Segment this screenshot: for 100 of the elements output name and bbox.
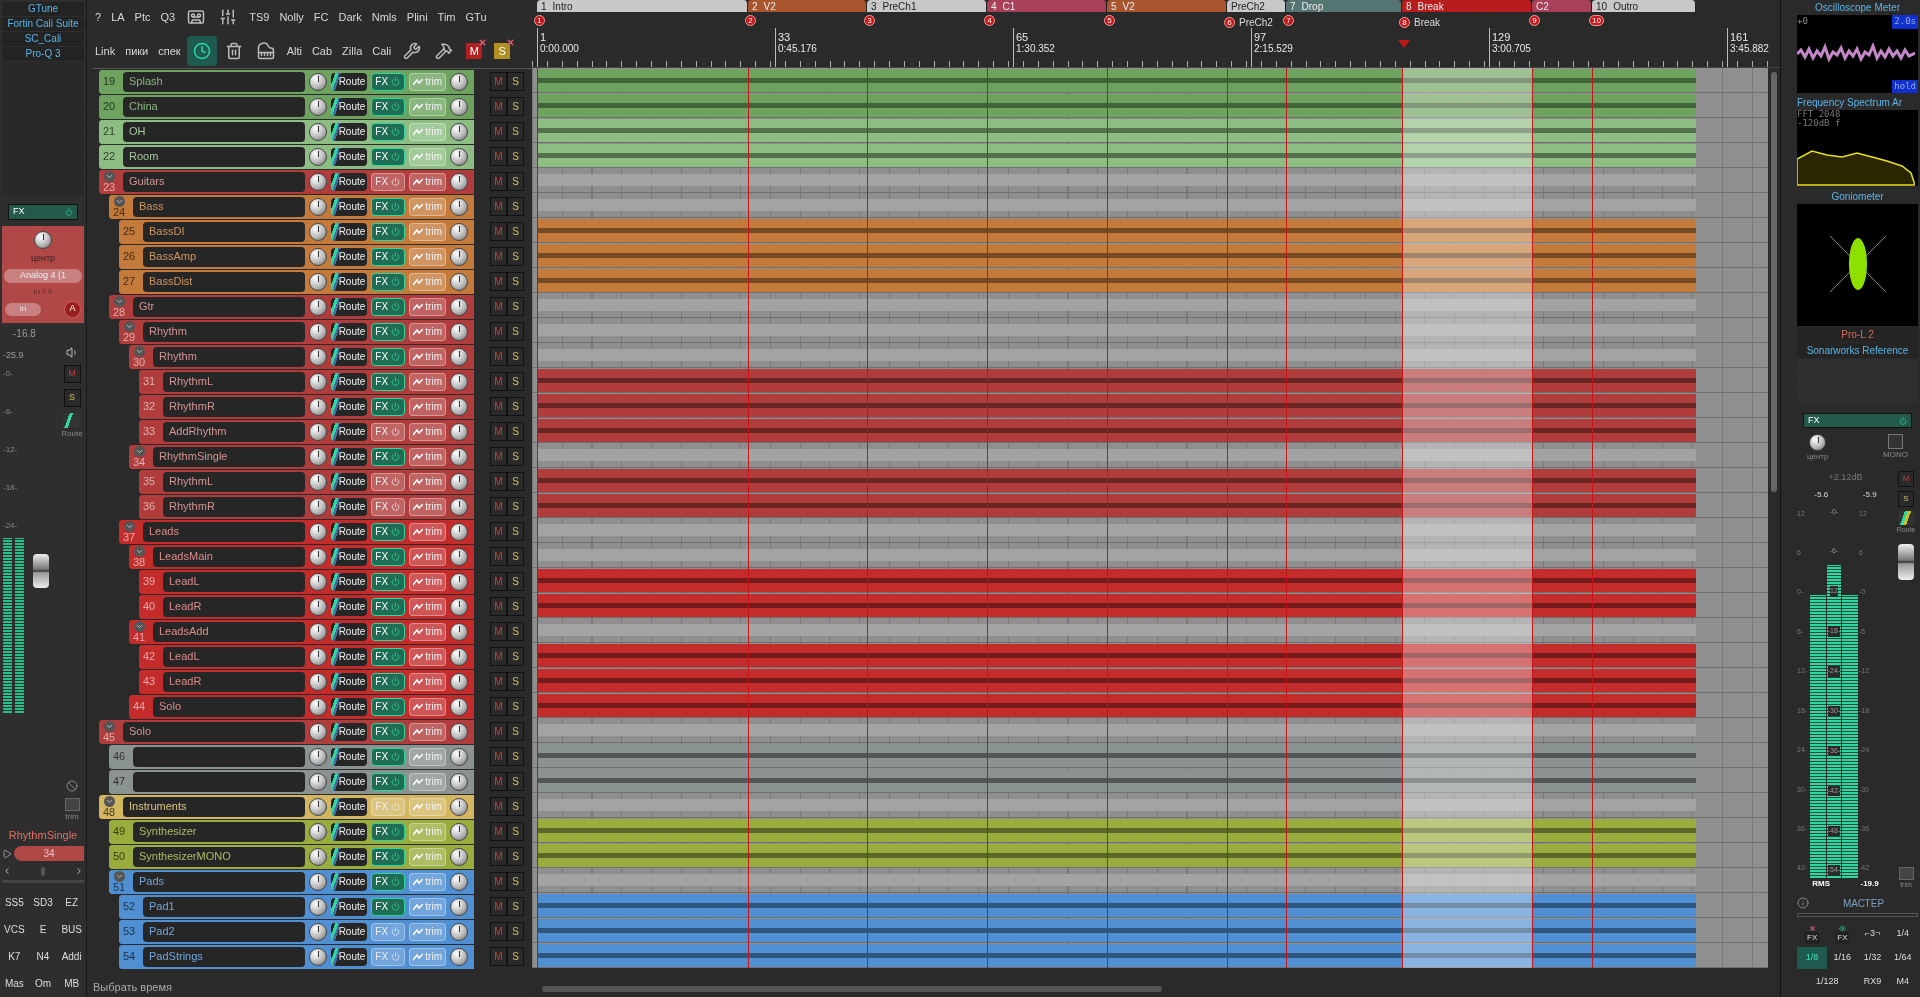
pan-knob[interactable] — [450, 372, 468, 391]
fx-slot[interactable]: Pro-L 2 — [1797, 327, 1918, 342]
solo-button[interactable]: S — [507, 72, 524, 91]
volume-knob[interactable] — [309, 747, 328, 766]
audio-clip[interactable] — [537, 568, 1696, 592]
solo-button[interactable]: S — [507, 522, 524, 541]
pan-knob[interactable] — [450, 522, 468, 541]
trim-button[interactable]: trim — [409, 172, 446, 191]
track-name-field[interactable]: LeadsAdd — [153, 621, 306, 642]
track-header[interactable]: 54 PadStrings Route FX trim — [119, 944, 474, 969]
solo-button[interactable]: S — [507, 797, 524, 816]
route-button[interactable]: Route — [331, 97, 368, 116]
track-header[interactable]: 28 Gtr Route FX trim — [109, 294, 474, 319]
track-name-field[interactable]: Guitars — [123, 171, 306, 192]
solo-button[interactable]: S — [507, 322, 524, 341]
route-button[interactable]: Route — [331, 747, 368, 766]
fx-button[interactable]: FX — [371, 572, 406, 591]
track-header[interactable]: 29 Rhythm Route FX trim — [119, 319, 474, 344]
track-header[interactable]: 40 LeadR Route FX trim — [139, 594, 474, 619]
region-tab[interactable]: 3 PreCh1 — [867, 0, 987, 12]
track-name-field[interactable]: Splash — [123, 71, 306, 92]
audio-clip[interactable] — [537, 218, 1696, 242]
pan-knob[interactable] — [450, 497, 468, 516]
pan-knob[interactable] — [450, 647, 468, 666]
trim-button[interactable]: trim — [409, 647, 446, 666]
volume-knob[interactable] — [309, 622, 328, 641]
route-button[interactable]: Route — [331, 72, 368, 91]
fx-button[interactable]: FX — [371, 247, 406, 266]
route-button[interactable]: Route — [331, 297, 368, 316]
pan-knob[interactable] — [450, 72, 468, 91]
route-button[interactable]: Route — [331, 222, 368, 241]
toolbar-button[interactable]: TS9 — [245, 2, 274, 32]
region-tab[interactable]: 5 V2 — [1107, 0, 1227, 12]
volume-knob[interactable] — [309, 872, 328, 891]
collapse-caret-icon[interactable] — [133, 445, 145, 457]
hold-button[interactable]: hold — [1892, 79, 1918, 93]
fx-button[interactable]: FX — [371, 122, 406, 141]
shortcut-button[interactable]: K7 — [0, 949, 29, 964]
fx-button[interactable]: FX — [371, 397, 406, 416]
pan-knob[interactable] — [450, 247, 468, 266]
collapse-caret-icon[interactable] — [123, 520, 135, 532]
toolbar-button[interactable]: GTu — [461, 2, 491, 32]
track-header[interactable]: 26 BassAmp Route FX trim — [119, 244, 474, 269]
track-header[interactable]: 44 Solo Route FX trim — [129, 694, 474, 719]
volume-knob[interactable] — [309, 372, 328, 391]
trim-button[interactable]: trim — [409, 522, 446, 541]
volume-knob[interactable] — [309, 772, 328, 791]
time-selection[interactable] — [1402, 68, 1532, 968]
region-tab[interactable]: 4 C1 — [987, 0, 1107, 12]
grid-button[interactable]: FX — [1827, 923, 1858, 945]
solo-button[interactable]: S — [507, 547, 524, 566]
route-button[interactable]: Route — [331, 322, 368, 341]
track-header[interactable]: 25 BassDI Route FX trim — [119, 219, 474, 244]
marker-badge[interactable]: 9 — [1529, 15, 1540, 26]
track-name-field[interactable]: Synthesizer — [133, 821, 306, 842]
volume-fader[interactable] — [1898, 543, 1914, 580]
clock-icon[interactable] — [186, 36, 217, 66]
toolbar-button[interactable]: Dark — [334, 2, 366, 32]
track-name-field[interactable]: LeadR — [163, 596, 306, 617]
solo-button[interactable]: S — [1898, 491, 1914, 507]
route-button[interactable]: Route — [331, 772, 368, 791]
route-button[interactable]: Route — [331, 272, 368, 291]
fx-button[interactable]: FX — [371, 272, 406, 291]
fx-slot[interactable]: Sonarworks Reference — [1797, 343, 1918, 358]
toolbar-button[interactable]: Zilla — [338, 36, 367, 66]
volume-knob[interactable] — [309, 272, 328, 291]
fx-button[interactable]: FX — [371, 672, 406, 691]
volume-knob[interactable] — [309, 447, 328, 466]
track-header[interactable]: 27 BassDist Route FX trim — [119, 269, 474, 294]
shortcut-button[interactable]: N4 — [28, 949, 58, 964]
solo-button[interactable]: S — [507, 922, 524, 941]
volume-knob[interactable] — [309, 647, 328, 666]
toolbar-button[interactable]: Tim — [433, 2, 460, 32]
shortcut-button[interactable]: SD3 — [28, 895, 58, 910]
route-button[interactable]: Route — [331, 147, 368, 166]
solo-button[interactable]: S — [507, 672, 524, 691]
route-button[interactable]: Route — [331, 422, 368, 441]
trim-button[interactable]: trim — [409, 447, 446, 466]
route-button[interactable]: Route — [331, 397, 368, 416]
solo-button[interactable]: S — [507, 697, 524, 716]
route-button[interactable]: Route — [331, 897, 368, 916]
track-name-field[interactable]: Pads — [133, 871, 306, 892]
track-name-field[interactable]: Rhythm — [153, 346, 306, 367]
pan-knob[interactable] — [450, 347, 468, 366]
fx-button[interactable]: FX — [371, 497, 406, 516]
pan-knob[interactable] — [450, 897, 468, 916]
volume-knob[interactable] — [309, 497, 328, 516]
fx-button[interactable]: FX — [371, 772, 406, 791]
volume-knob[interactable] — [309, 422, 328, 441]
track-name-field[interactable]: Pad2 — [143, 921, 306, 942]
collapse-caret-icon[interactable] — [113, 195, 125, 207]
region-tab[interactable]: C2 — [1532, 0, 1592, 12]
track-name-field[interactable]: Solo — [123, 721, 306, 742]
pan-knob[interactable] — [450, 922, 468, 941]
trim-button[interactable]: trim — [409, 372, 446, 391]
track-header[interactable]: 52 Pad1 Route FX trim — [119, 894, 474, 919]
pan-knob[interactable] — [450, 222, 468, 241]
marker-badge[interactable]: 1 — [534, 15, 545, 26]
pan-knob[interactable] — [450, 597, 468, 616]
audio-clip[interactable] — [537, 843, 1696, 867]
